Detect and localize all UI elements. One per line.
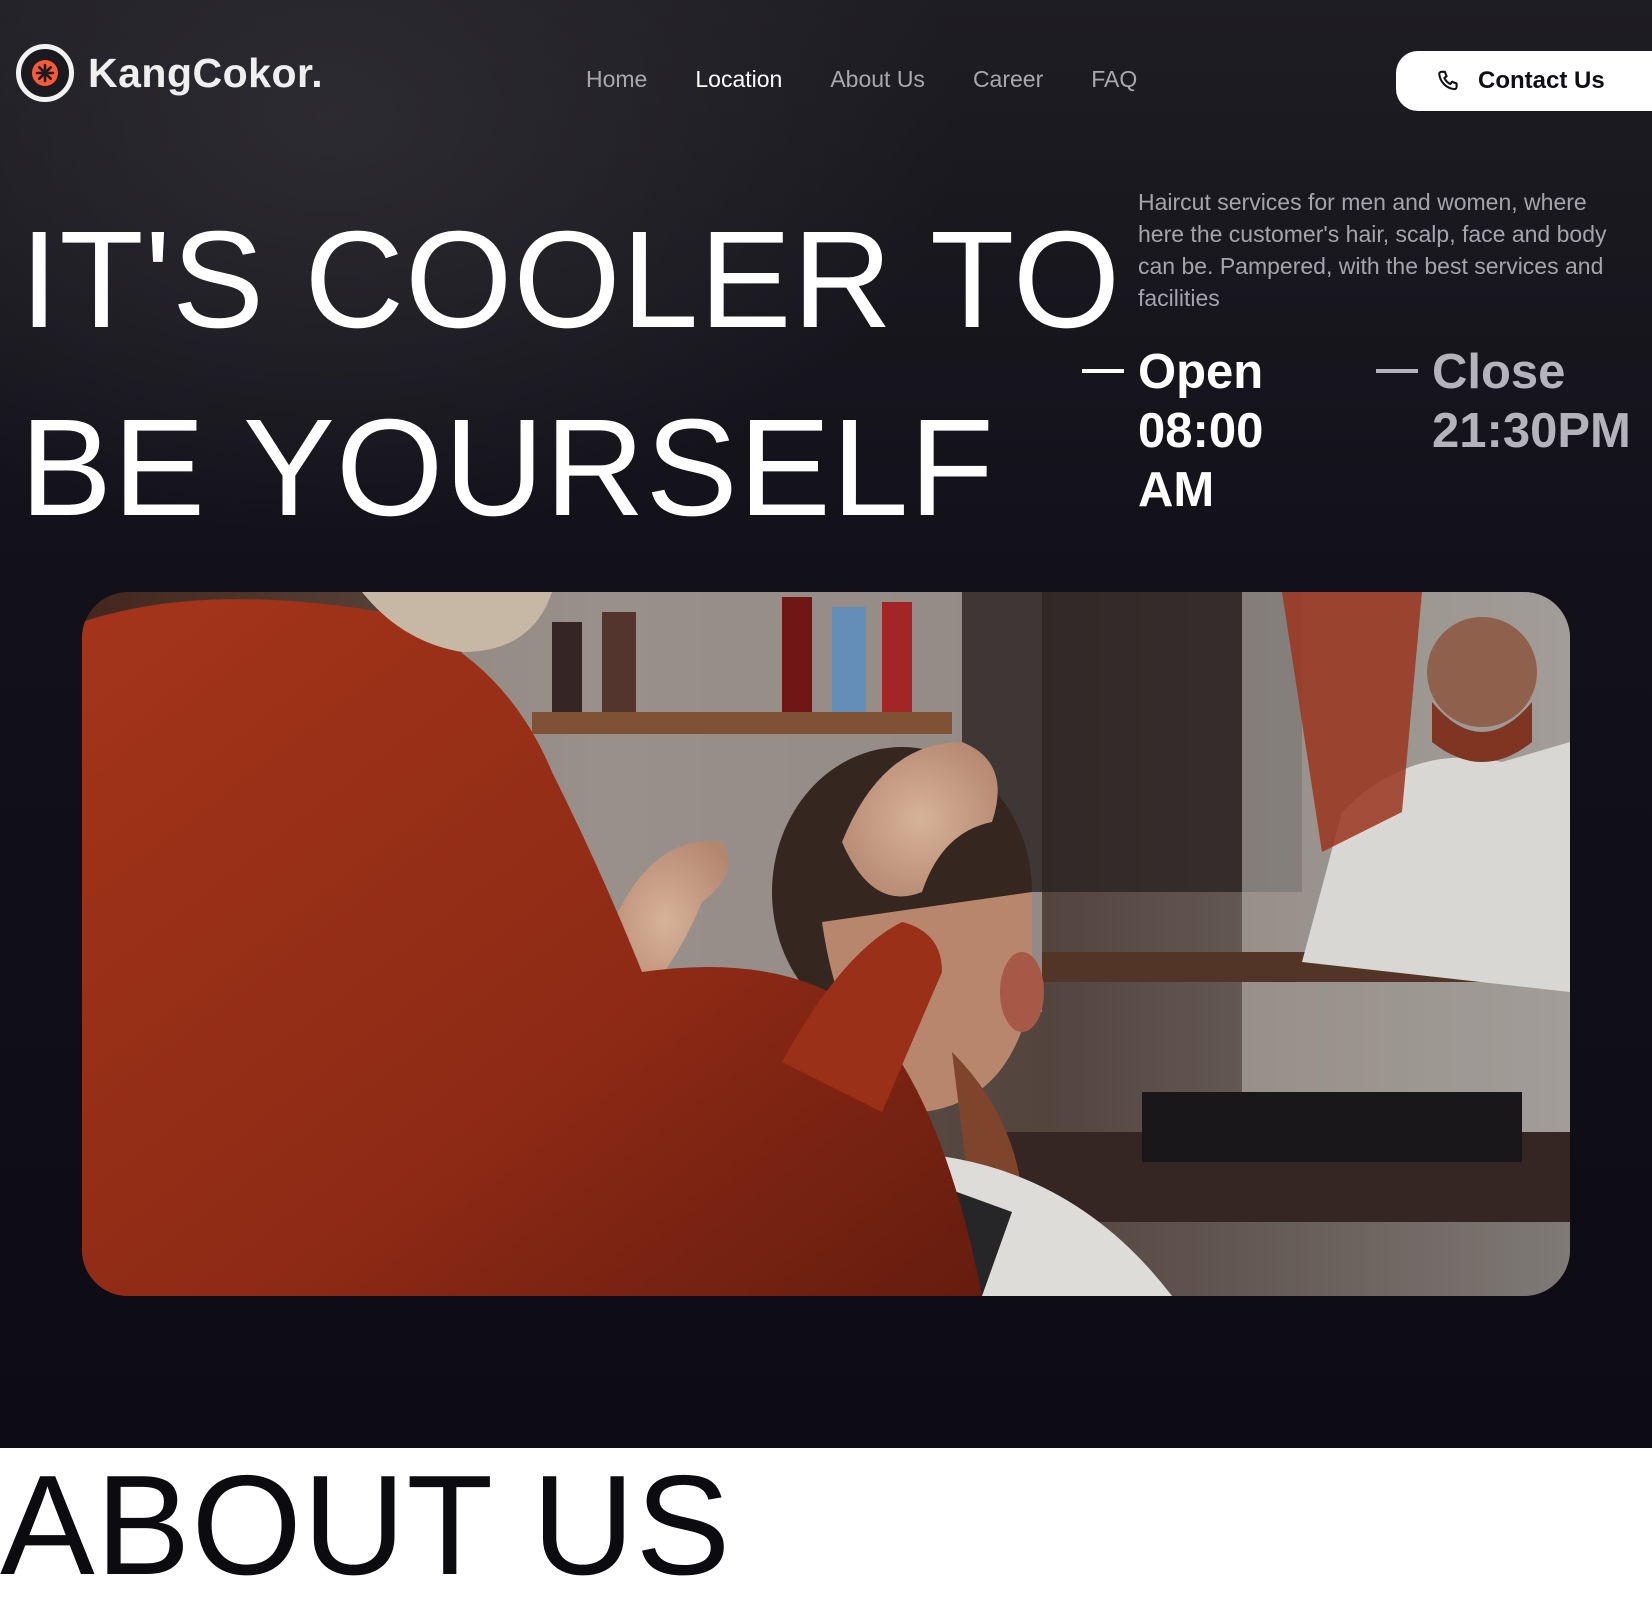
phone-icon [1436, 68, 1462, 94]
close-dash [1376, 369, 1418, 373]
about-us-heading: ABOUT US [0, 1446, 732, 1605]
hero-headline: IT'S COOLER TO BE YOURSELF [20, 186, 1121, 562]
nav-item-location[interactable]: Location [695, 66, 782, 93]
nav-item-home[interactable]: Home [586, 66, 647, 93]
open-hours: Open 08:00 AM [1082, 343, 1308, 520]
main-nav: Home Location About Us Career FAQ [586, 66, 1185, 93]
brand-logo[interactable]: KangCokor. [16, 44, 323, 102]
logo-icon [16, 44, 74, 102]
nav-item-about-us[interactable]: About Us [830, 66, 925, 93]
open-dash [1082, 369, 1124, 373]
close-label: Close [1432, 345, 1566, 399]
contact-us-label: Contact Us [1478, 67, 1605, 94]
nav-item-faq[interactable]: FAQ [1091, 66, 1137, 93]
open-time: 08:00 AM [1138, 404, 1264, 517]
hero-description: Haircut services for men and women, wher… [1138, 189, 1607, 311]
hero-photo [82, 592, 1570, 1296]
hero-section: KangCokor. Home Location About Us Career… [0, 0, 1652, 1448]
hero-headline-line-2: BE YOURSELF [20, 391, 995, 545]
close-time: 21:30PM [1432, 404, 1631, 458]
nav-item-career[interactable]: Career [973, 66, 1043, 93]
brand-name: KangCokor. [88, 49, 324, 96]
close-hours: Close 21:30PM [1376, 343, 1631, 461]
hero-headline-line-1: IT'S COOLER TO [20, 203, 1122, 357]
open-label: Open [1138, 345, 1264, 399]
contact-us-button[interactable]: Contact Us [1396, 51, 1652, 111]
